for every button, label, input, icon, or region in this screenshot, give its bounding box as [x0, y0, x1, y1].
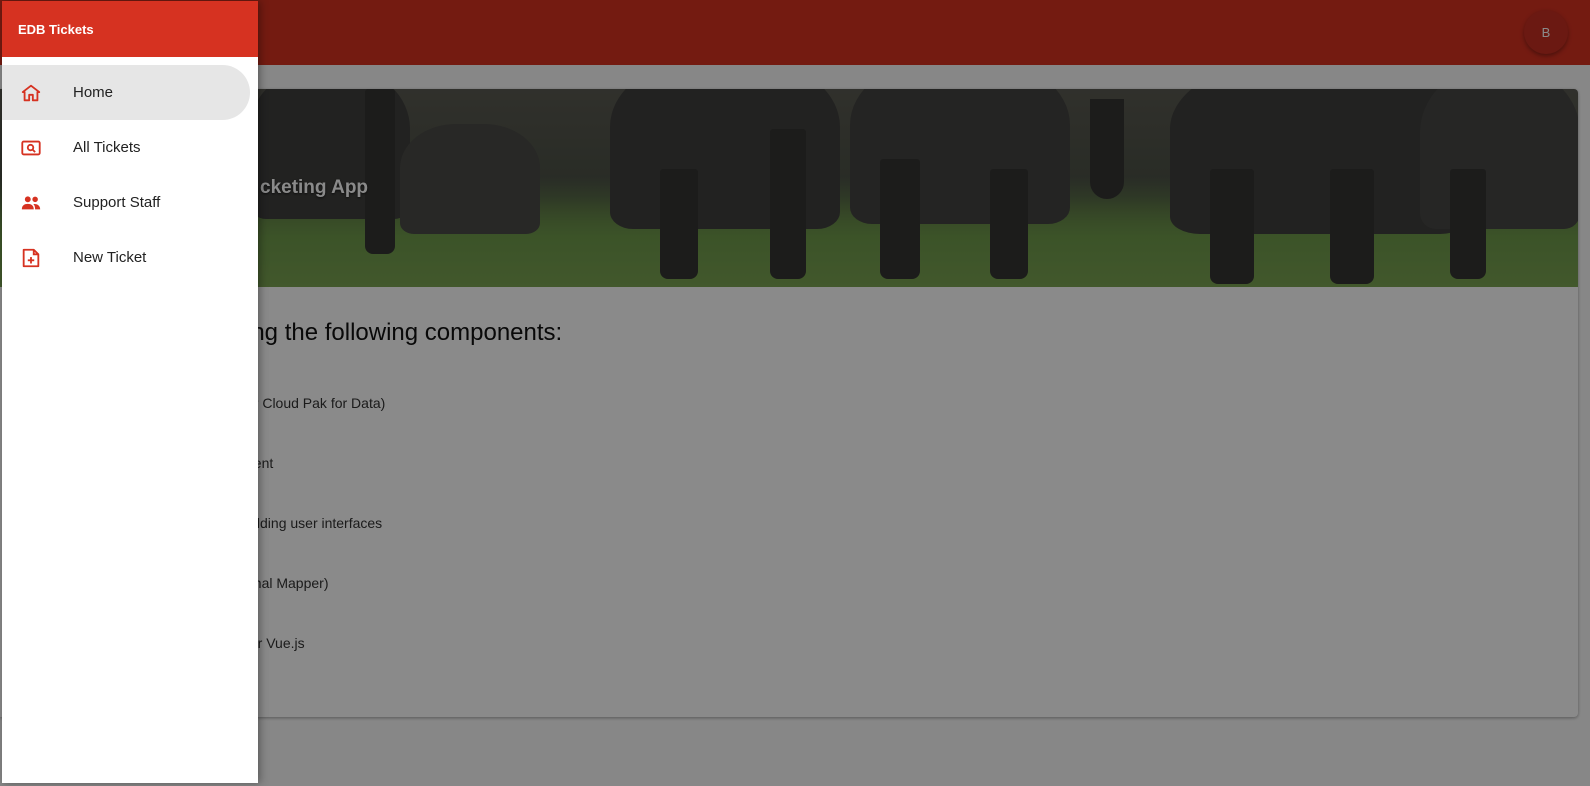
nav-item-support-staff[interactable]: Support Staff [2, 175, 250, 230]
ticket-search-icon [21, 140, 41, 156]
people-icon [21, 196, 41, 210]
nav-item-new-ticket[interactable]: New Ticket [2, 230, 250, 285]
nav-item-home[interactable]: Home [2, 65, 250, 120]
nav-item-label: All Tickets [73, 139, 141, 156]
nav-item-all-tickets[interactable]: All Tickets [2, 120, 250, 175]
nav-list: Home All Tickets Support Staff New Ticke… [2, 57, 258, 285]
new-document-icon [22, 248, 40, 268]
drawer-title: EDB Tickets [2, 1, 258, 57]
nav-item-label: New Ticket [73, 249, 147, 266]
nav-item-label: Support Staff [73, 194, 161, 211]
navigation-drawer: EDB Tickets Home All Tickets Support Sta [2, 1, 258, 783]
nav-item-label: Home [73, 84, 114, 101]
home-icon [21, 84, 41, 102]
